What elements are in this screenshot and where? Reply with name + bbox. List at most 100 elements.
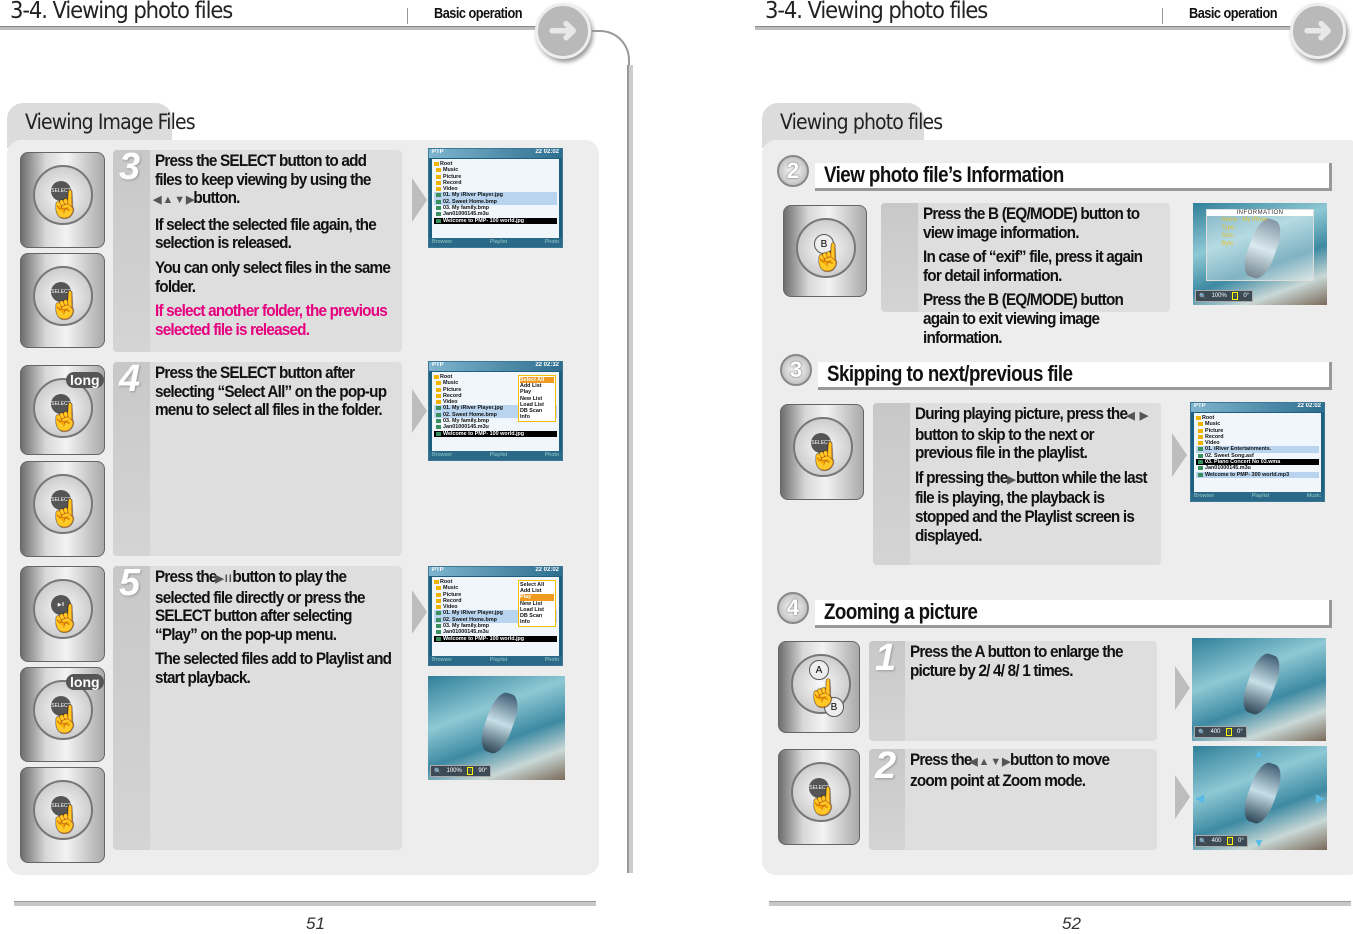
text-after: button to skip to the next or previous f… [915,424,1095,463]
photo-subject [1238,650,1285,718]
pointing-hand-icon: ☝ [807,678,840,708]
item-label: Music [1205,421,1221,428]
file-icon [1198,466,1203,471]
section-title: Viewing photo files [780,110,943,134]
header-badge: Basic operation [1189,5,1278,22]
folder-icon [1198,434,1203,439]
zoom-pan-chevron-icon: ▲ [1253,746,1265,760]
paragraph: Press the ◀▲▼▶ button to move zoom point… [910,750,1149,790]
text-before: During playing picture, press the [915,404,1128,423]
brand-label: PTP [1194,403,1206,409]
rotation-angle: 0° [1243,293,1250,299]
rotate-icon: ↑ [1225,728,1232,736]
device-button-image: A B ☝ [778,641,860,733]
page-number: 52 [1062,914,1081,933]
file-icon [1198,460,1203,465]
photo-zoom-1: 🔍 400 ↑ 0° [1192,638,1326,741]
screen-tab: Browser [1194,493,1215,499]
item-label: 03. Piano Concert No 03.wma [1205,459,1281,466]
zoom-level: 400 [1211,838,1222,844]
folder-icon [1196,416,1201,420]
item-label: Video [1205,440,1220,447]
paragraph: In case of “exif” file, press it again f… [923,247,1143,285]
right-page: 3-4. Viewing photo files Basic operation… [0,0,1353,933]
magnifier-icon: 🔍 [1199,838,1207,845]
folder-icon [1198,428,1203,433]
pointing-hand-icon: ☝ [812,242,845,272]
next-arrow-icon: ➜ [1290,3,1346,59]
subsection-number-badge: 2 [777,155,809,187]
device-button-image: B ☝ [783,205,867,297]
rotation-angle: 0° [1237,729,1243,735]
rotation-angle: 0° [1238,838,1244,844]
arrow-right-icon [1175,666,1190,710]
zoom-pan-chevron-icon: ▼ [1253,836,1265,850]
item-label: Picture [1205,427,1224,434]
zoom-level: 100% [1211,293,1227,299]
item-label: 01. iRiver Entertainments. [1205,446,1272,453]
photo-status-bar: 🔍 100% ↑ 0° [1195,290,1254,302]
text-before: If pressing the [915,467,1008,487]
subsection-number-badge: 3 [780,354,812,386]
step-text: Press the A button to enlarge the pictur… [910,642,1149,686]
screen-tab: Music [1306,493,1321,499]
arrow-right-icon [1175,775,1190,819]
rotate-icon: ↑ [1231,292,1239,300]
status-clock: 22 02:02 [1297,403,1321,409]
magnifier-icon: 🔍 [1199,293,1207,300]
item-label: 02. Sweet Song.asf [1205,452,1254,459]
paragraph: Press the B (EQ/MODE) button to view ima… [923,204,1140,242]
item-label: Record [1205,433,1224,440]
photo-status-bar: 🔍 400 ↑ 0° [1195,835,1248,847]
info-row: Type : [1221,225,1238,232]
status-bar: PTP 22 02:02 [1191,403,1324,412]
subsection-title: Skipping to next/previous file [827,361,1073,386]
file-list-item: Welcome to PMP- 300 world.mp3 [1196,471,1319,478]
info-row: Name : My iRiver [1221,217,1268,224]
pointing-hand-icon: ☝ [807,786,840,816]
screen-tab: Playlist [1251,493,1270,499]
file-icon [1198,472,1203,477]
footer-rule [769,901,1351,906]
subsection-title: View photo file’s Information [824,162,1064,187]
folder-icon [1198,441,1203,446]
info-overlay: INFORMATION Name : My iRiver Type : Size :B… [1206,209,1314,281]
text-before: Press the [910,750,972,769]
step-number: 1 [875,637,897,679]
arrow-right-icon [1172,433,1187,477]
device-button-image: SELECT ☝ [780,404,864,500]
header-rule [755,26,1295,30]
step-strip [881,203,918,312]
step-number: 2 [875,745,897,787]
paragraph: Press the B (EQ/MODE) button again to ex… [923,290,1124,347]
paragraph: Press the A button to enlarge the pictur… [910,642,1124,680]
bottom-tabs: Browser Playlist Music [1191,492,1324,501]
zoom-pan-chevron-icon: ▶ [1315,791,1325,805]
photo-subject [1239,758,1286,827]
device-button-image: SELECT ☝ [778,749,860,845]
step-text: During playing picture, press the ◀ ▶ bu… [915,404,1154,551]
button-label: A [809,660,829,680]
file-icon [1198,453,1203,458]
photo-info-screen: INFORMATION Name : My iRiver Type : Size :B… [1193,203,1327,305]
magnifier-icon: 🔍 [1198,729,1206,736]
photo-zoom-2: ▲ ▼ ◀ ▶ 🔍 400 ↑ 0° [1193,746,1327,850]
subsection-number-badge: 4 [777,592,809,624]
file-icon [1198,447,1203,452]
item-label: Welcome to PMP- 300 world.mp3 [1205,471,1290,478]
info-row: Size : [1221,233,1237,240]
page-header-title: 3-4. Viewing photo files [765,0,988,24]
step-text: Press the B (EQ/MODE) button to view ima… [923,204,1162,353]
header-divider [1162,8,1163,24]
subsection-title: Zooming a picture [824,599,978,624]
pointing-hand-icon: ☝ [809,441,842,471]
file-list: Root Music Picture Record Video 01. iRiver En… [1194,413,1321,492]
item-label: Root [1202,415,1215,421]
step-text: Press the ◀▲▼▶ button to move zoom point… [910,750,1149,796]
folder-icon [1198,422,1203,427]
item-label: Jan01000145.m3u [1205,465,1251,472]
rotate-icon: ↑ [1226,837,1233,845]
paragraph: During playing picture, press the ◀ ▶ bu… [915,404,1154,463]
zoom-level: 400 [1210,729,1221,735]
paragraph: If pressing the ▶ button while the last … [915,467,1154,545]
